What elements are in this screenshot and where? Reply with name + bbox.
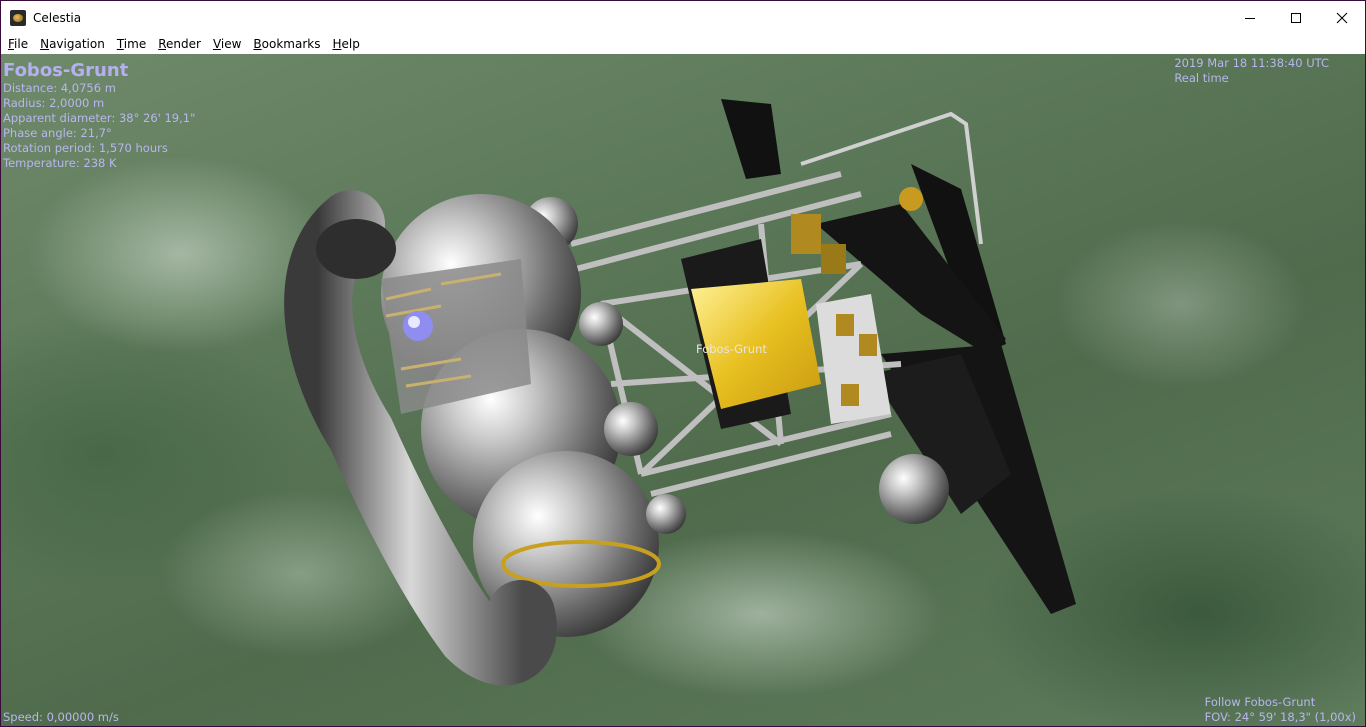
datetime-readout: 2019 Mar 18 11:38:40 UTC (1174, 56, 1329, 70)
maximize-button[interactable] (1273, 1, 1319, 34)
window-controls (1227, 1, 1365, 34)
temperature-readout: Temperature: 238 K (3, 156, 117, 170)
selection-info: Fobos-Grunt Distance: 4,0756 m Radius: 2… (3, 61, 195, 171)
menu-time[interactable]: Time (111, 34, 152, 54)
menu-help[interactable]: Help (326, 34, 365, 54)
time-mode: Real time (1174, 71, 1229, 85)
menu-navigation[interactable]: Navigation (34, 34, 111, 54)
maximize-icon (1291, 12, 1301, 23)
celestia-icon[interactable] (10, 9, 26, 26)
object-label: Fobos-Grunt (696, 342, 767, 356)
close-button[interactable] (1319, 1, 1365, 34)
window-title: Celestia (33, 10, 82, 25)
follow-mode: Follow Fobos-Grunt (1204, 695, 1316, 709)
rotation-period-readout: Rotation period: 1,570 hours (3, 141, 168, 155)
minimize-icon (1245, 17, 1255, 19)
speed-readout: Speed: 0,00000 m/s (3, 710, 119, 724)
selected-object-name: Fobos-Grunt (3, 60, 129, 81)
distance-readout: Distance: 4,0756 m (3, 81, 116, 95)
celestia-window: Celestia File Navigation Time Render Vie… (1, 1, 1365, 726)
3d-viewport[interactable]: Fobos-Grunt Fobos-Grunt Distance: 4,0756… (1, 54, 1365, 726)
title-bar[interactable]: Celestia (1, 1, 1365, 34)
minimize-button[interactable] (1227, 1, 1273, 34)
phase-angle-readout: Phase angle: 21,7° (3, 126, 112, 140)
fov-readout: FOV: 24° 59' 18,3" (1,00x) (1204, 710, 1356, 724)
menu-file[interactable]: File (1, 34, 34, 54)
apparent-diameter-readout: Apparent diameter: 38° 26' 19,1" (3, 111, 196, 125)
menu-bookmarks[interactable]: Bookmarks (247, 34, 326, 54)
menu-render[interactable]: Render (152, 34, 207, 54)
time-info: 2019 Mar 18 11:38:40 UTC Real time (1174, 56, 1329, 86)
spacecraft-model (284, 99, 1076, 686)
close-icon (1336, 12, 1348, 23)
menu-bar: File Navigation Time Render View Bookmar… (1, 34, 1365, 54)
radius-readout: Radius: 2,0000 m (3, 96, 105, 110)
menu-view[interactable]: View (207, 34, 247, 54)
camera-info: Follow Fobos-Grunt FOV: 24° 59' 18,3" (1… (1205, 695, 1356, 725)
